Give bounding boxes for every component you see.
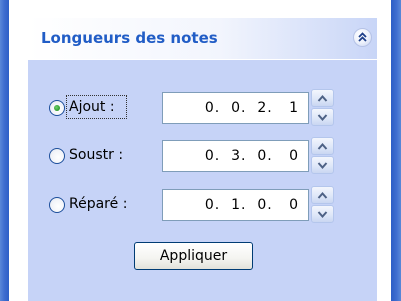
spin-down-button[interactable]: [311, 205, 334, 223]
radio-repare[interactable]: [49, 197, 65, 213]
spinner-repare: [311, 186, 334, 224]
spin-up-button[interactable]: [311, 89, 334, 107]
radio-ajout[interactable]: [49, 100, 65, 116]
window-border-right: [391, 0, 401, 301]
spinner-ajout: [311, 89, 334, 127]
arrow-up-icon: [317, 191, 328, 199]
arrow-up-icon: [317, 94, 328, 102]
arrow-down-icon: [317, 162, 328, 170]
radio-soustr[interactable]: [49, 148, 65, 164]
value-text-ajout: 0. 0. 2. 1: [204, 100, 299, 116]
arrow-down-icon: [317, 211, 328, 219]
apply-button[interactable]: Appliquer: [134, 242, 253, 270]
arrow-down-icon: [317, 114, 328, 122]
row-repare: Réparé : 0. 1. 0. 0: [28, 186, 377, 225]
note-lengths-panel: Longueurs des notes Ajout : 0. 0. 2. 1 S…: [27, 18, 378, 301]
window: Longueurs des notes Ajout : 0. 0. 2. 1 S…: [0, 0, 401, 301]
row-ajout: Ajout : 0. 0. 2. 1: [28, 89, 377, 128]
value-text-repare: 0. 1. 0. 0: [204, 197, 299, 213]
panel-header[interactable]: Longueurs des notes: [28, 18, 377, 60]
value-field-repare[interactable]: 0. 1. 0. 0: [162, 189, 309, 221]
spin-down-button[interactable]: [311, 156, 334, 174]
value-field-ajout[interactable]: 0. 0. 2. 1: [162, 92, 309, 124]
radio-label-soustr: Soustr :: [69, 147, 124, 163]
radio-selected-dot: [54, 105, 60, 111]
collapse-button[interactable]: [353, 28, 372, 47]
spin-up-button[interactable]: [311, 137, 334, 155]
spin-down-button[interactable]: [311, 108, 334, 126]
value-text-soustr: 0. 3. 0. 0: [204, 148, 299, 164]
panel-title: Longueurs des notes: [41, 29, 218, 47]
value-field-soustr[interactable]: 0. 3. 0. 0: [162, 140, 309, 172]
window-border-left: [0, 0, 9, 301]
arrow-up-icon: [317, 142, 328, 150]
row-soustr: Soustr : 0. 3. 0. 0: [28, 137, 377, 176]
radio-label-repare: Réparé :: [69, 196, 128, 212]
chevron-double-up-icon: [358, 32, 367, 42]
spinner-soustr: [311, 137, 334, 175]
radio-label-ajout: Ajout :: [69, 99, 115, 115]
spin-up-button[interactable]: [311, 186, 334, 204]
